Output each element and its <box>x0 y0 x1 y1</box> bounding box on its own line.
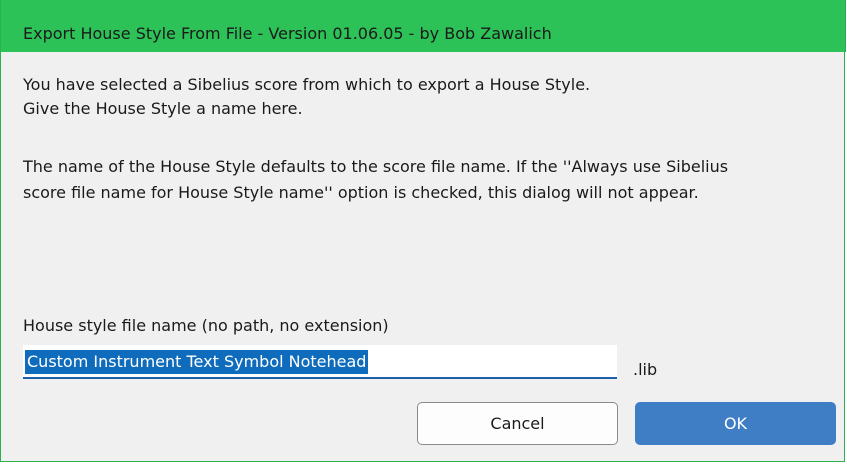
dialog-titlebar[interactable]: Export House Style From File - Version 0… <box>1 0 846 52</box>
cancel-button[interactable]: Cancel <box>417 402 618 445</box>
ok-button[interactable]: OK <box>635 402 836 445</box>
house-style-name-label: House style file name (no path, no exten… <box>23 316 389 335</box>
export-house-style-dialog: Export House Style From File - Version 0… <box>0 0 846 462</box>
message-line-4: score file name for House Style name'' o… <box>23 183 699 202</box>
house-style-name-value: Custom Instrument Text Symbol Notehead <box>25 350 369 374</box>
dialog-title: Export House Style From File - Version 0… <box>23 24 552 43</box>
message-line-1: You have selected a Sibelius score from … <box>23 75 591 94</box>
file-extension-label: .lib <box>633 360 658 379</box>
message-line-3: The name of the House Style defaults to … <box>23 157 729 176</box>
house-style-name-input[interactable]: Custom Instrument Text Symbol Notehead <box>23 345 617 379</box>
message-line-2: Give the House Style a name here. <box>23 99 303 118</box>
